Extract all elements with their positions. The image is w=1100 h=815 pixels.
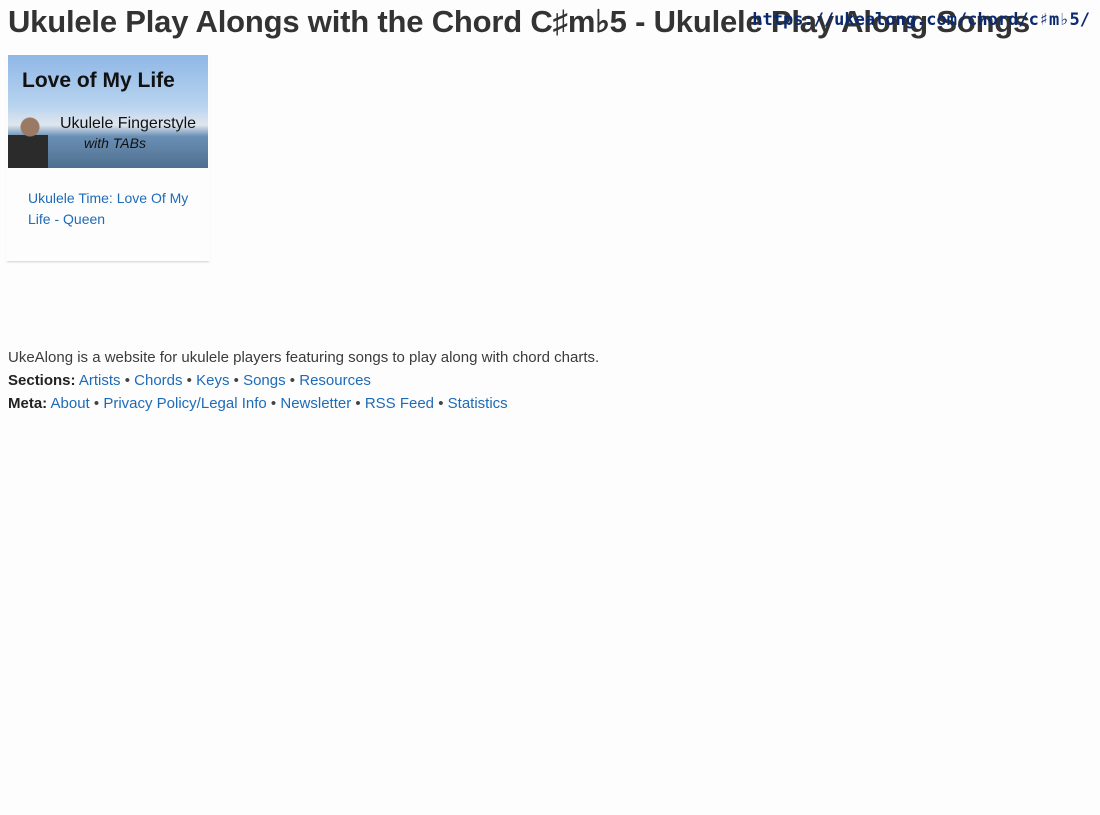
- thumbnail-subtitle: Ukulele Fingerstyle: [60, 115, 197, 132]
- sections-nav: Sections: Artists • Chords • Keys • Song…: [8, 369, 599, 392]
- separator: •: [438, 395, 444, 412]
- nav-about[interactable]: About: [51, 395, 90, 412]
- nav-newsletter[interactable]: Newsletter: [280, 395, 351, 412]
- separator: •: [186, 372, 192, 389]
- separator: •: [355, 395, 361, 412]
- thumbnail-caption: with TABs: [84, 135, 146, 151]
- song-thumbnail[interactable]: Love of My Life Ukulele Fingerstyle with…: [8, 55, 208, 168]
- separator: •: [93, 395, 100, 412]
- sections-label: Sections:: [8, 372, 76, 389]
- nav-statistics[interactable]: Statistics: [448, 395, 508, 412]
- nav-resources[interactable]: Resources: [299, 372, 371, 389]
- song-link[interactable]: Ukulele Time: Love Of My Life - Queen: [28, 188, 198, 230]
- song-card: Love of My Life Ukulele Fingerstyle with…: [6, 55, 210, 261]
- url-overlay: https://ukealong.com/chord/c♯m♭5/: [752, 10, 1090, 30]
- nav-artists[interactable]: Artists: [79, 372, 121, 389]
- thumbnail-title: Love of My Life: [22, 69, 175, 92]
- nav-privacy[interactable]: Privacy Policy/Legal Info: [103, 395, 266, 412]
- nav-chords[interactable]: Chords: [134, 372, 182, 389]
- separator: •: [124, 372, 130, 389]
- nav-songs[interactable]: Songs: [243, 372, 286, 389]
- separator: •: [233, 372, 239, 389]
- site-footer: UkeAlong is a website for ukulele player…: [8, 346, 599, 415]
- nav-rss-feed[interactable]: RSS Feed: [365, 395, 434, 412]
- meta-label: Meta:: [8, 395, 48, 412]
- separator: •: [289, 372, 296, 389]
- nav-keys[interactable]: Keys: [196, 372, 229, 389]
- player-image: [8, 117, 48, 168]
- site-description: UkeAlong is a website for ukulele player…: [8, 349, 600, 366]
- separator: •: [270, 395, 277, 412]
- meta-nav: Meta: About • Privacy Policy/Legal Info …: [8, 392, 599, 415]
